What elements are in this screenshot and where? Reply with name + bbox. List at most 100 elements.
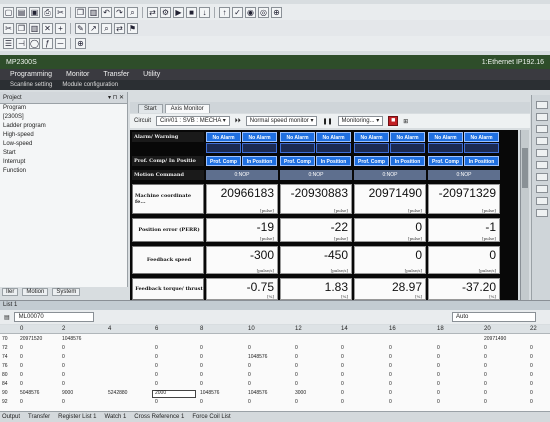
bottom-tab[interactable]: Watch 1 bbox=[105, 414, 127, 420]
register-value[interactable]: 0 bbox=[341, 363, 344, 369]
register-value[interactable]: 20971520 bbox=[20, 336, 42, 342]
register-value[interactable]: 0 bbox=[341, 381, 344, 387]
dock-button[interactable] bbox=[536, 161, 548, 169]
dock-button[interactable] bbox=[536, 185, 548, 193]
register-value[interactable]: 0 bbox=[389, 399, 392, 405]
register-value[interactable]: 0 bbox=[437, 354, 440, 360]
register-value[interactable]: 0 bbox=[20, 381, 23, 387]
tree-tab-motion[interactable]: Motion bbox=[22, 288, 49, 296]
register-value[interactable]: 0 bbox=[484, 381, 487, 387]
tree-item[interactable]: [2300S] bbox=[0, 113, 127, 122]
compile-icon[interactable]: ⚙ bbox=[160, 6, 171, 18]
contact-icon[interactable]: ⊣ bbox=[16, 38, 27, 49]
register-value[interactable]: 0 bbox=[20, 354, 23, 360]
register-value[interactable]: 0 bbox=[484, 345, 487, 351]
register-value[interactable]: 0 bbox=[484, 363, 487, 369]
pin-icon[interactable]: ▾ ⊓ ✕ bbox=[108, 94, 124, 101]
menu-item-programming[interactable]: Programming bbox=[10, 71, 52, 78]
tree-item[interactable]: Interrupt bbox=[0, 158, 127, 167]
register-value[interactable]: 0 bbox=[530, 354, 533, 360]
register-value[interactable]: 0 bbox=[200, 363, 203, 369]
insert-icon[interactable]: + bbox=[55, 22, 66, 34]
register-value[interactable]: 0 bbox=[295, 363, 298, 369]
register-value[interactable]: 0 bbox=[389, 372, 392, 378]
register-value[interactable]: 0 bbox=[295, 381, 298, 387]
tree-item[interactable]: Low-speed bbox=[0, 140, 127, 149]
register-value[interactable]: 0 bbox=[437, 399, 440, 405]
tree-tab-iler[interactable]: Iler bbox=[2, 288, 19, 296]
register-value[interactable]: 0 bbox=[248, 363, 251, 369]
tree-item[interactable]: High-speed bbox=[0, 131, 127, 140]
read-icon[interactable]: ↑ bbox=[219, 6, 230, 18]
stop-icon[interactable]: ■ bbox=[186, 6, 197, 18]
register-value[interactable]: 0 bbox=[155, 399, 158, 405]
register-value[interactable]: 0 bbox=[341, 372, 344, 378]
register-value[interactable]: 0 bbox=[437, 345, 440, 351]
register-value[interactable]: 0 bbox=[484, 390, 487, 396]
register-value[interactable]: 0 bbox=[248, 345, 251, 351]
register-value[interactable]: 0 bbox=[248, 372, 251, 378]
tree-item[interactable]: Start bbox=[0, 149, 127, 158]
monitor-icon[interactable]: ◉ bbox=[245, 6, 256, 18]
register-value[interactable]: 5242880 bbox=[108, 390, 127, 396]
register-value[interactable]: 0 bbox=[341, 390, 344, 396]
function-icon[interactable]: ƒ bbox=[42, 38, 53, 49]
register-value[interactable]: 0 bbox=[248, 399, 251, 405]
find-icon[interactable]: ⌕ bbox=[127, 6, 138, 18]
register-value[interactable]: 0 bbox=[200, 354, 203, 360]
register-value[interactable]: 0 bbox=[155, 381, 158, 387]
write-icon[interactable]: ↓ bbox=[199, 6, 210, 18]
save-icon[interactable]: ▣ bbox=[29, 6, 40, 18]
subtab-1[interactable]: Module configuration bbox=[62, 82, 118, 88]
register-value[interactable]: 0 bbox=[484, 399, 487, 405]
register-value[interactable]: 0 bbox=[295, 345, 298, 351]
register-value[interactable]: 1048576 bbox=[200, 390, 219, 396]
undo-icon[interactable]: ↶ bbox=[101, 6, 112, 18]
dock-button[interactable] bbox=[536, 173, 548, 181]
copy-icon[interactable]: ❐ bbox=[75, 6, 86, 18]
new-icon[interactable]: ▢ bbox=[3, 6, 14, 18]
list-doc-icon[interactable]: ▤ bbox=[4, 314, 10, 321]
tree-item[interactable]: Function bbox=[0, 167, 127, 176]
register-value[interactable]: 0 bbox=[437, 372, 440, 378]
bottom-tab[interactable]: Output bbox=[2, 414, 20, 420]
register-value[interactable]: 0 bbox=[155, 354, 158, 360]
register-value[interactable]: 0 bbox=[155, 363, 158, 369]
bottom-tab[interactable]: Force Coil List bbox=[192, 414, 230, 420]
replace-icon[interactable]: ⇄ bbox=[114, 22, 125, 34]
display-mode-select[interactable]: Auto bbox=[452, 312, 536, 322]
register-value[interactable]: 1048576 bbox=[248, 354, 267, 360]
subtab-0[interactable]: Scanline setting bbox=[10, 82, 52, 88]
doc-tab[interactable]: Start bbox=[138, 104, 163, 113]
register-value[interactable]: 0 bbox=[200, 381, 203, 387]
register-value[interactable]: 0 bbox=[389, 354, 392, 360]
register-value[interactable]: 0 bbox=[341, 399, 344, 405]
bottom-tab[interactable]: Register List 1 bbox=[58, 414, 96, 420]
open-icon[interactable]: ▤ bbox=[16, 6, 27, 18]
register-value[interactable]: 20971490 bbox=[484, 336, 506, 342]
register-value[interactable]: 0 bbox=[200, 345, 203, 351]
register-value[interactable]: 0 bbox=[62, 372, 65, 378]
register-value[interactable]: 1048576 bbox=[248, 390, 267, 396]
register-value[interactable]: 0 bbox=[20, 372, 23, 378]
register-value[interactable]: 0 bbox=[341, 354, 344, 360]
jump-icon[interactable]: ↗ bbox=[88, 22, 99, 34]
scroll-thumb[interactable] bbox=[522, 148, 528, 188]
dock-button[interactable] bbox=[536, 209, 548, 217]
register-value[interactable]: 0 bbox=[530, 345, 533, 351]
register-value[interactable]: 0 bbox=[389, 381, 392, 387]
register-value[interactable]: 0 bbox=[295, 399, 298, 405]
register-value[interactable]: 0 bbox=[389, 345, 392, 351]
print-icon[interactable]: ⎙ bbox=[42, 6, 53, 18]
replace-icon[interactable]: ⇄ bbox=[147, 6, 158, 18]
register-value[interactable]: 5048576 bbox=[20, 390, 39, 396]
dock-button[interactable] bbox=[536, 113, 548, 121]
doc-tab[interactable]: Axis Monitor bbox=[164, 104, 210, 113]
monitor-state-select[interactable]: Monitoring... ▾ bbox=[337, 116, 384, 126]
bookmark-icon[interactable]: ⚑ bbox=[127, 22, 138, 34]
register-value[interactable]: 0 bbox=[20, 399, 23, 405]
register-value[interactable]: 0 bbox=[389, 363, 392, 369]
register-value[interactable]: 0 bbox=[248, 381, 251, 387]
register-value[interactable]: 0 bbox=[20, 363, 23, 369]
bottom-tab[interactable]: Cross Reference 1 bbox=[134, 414, 184, 420]
